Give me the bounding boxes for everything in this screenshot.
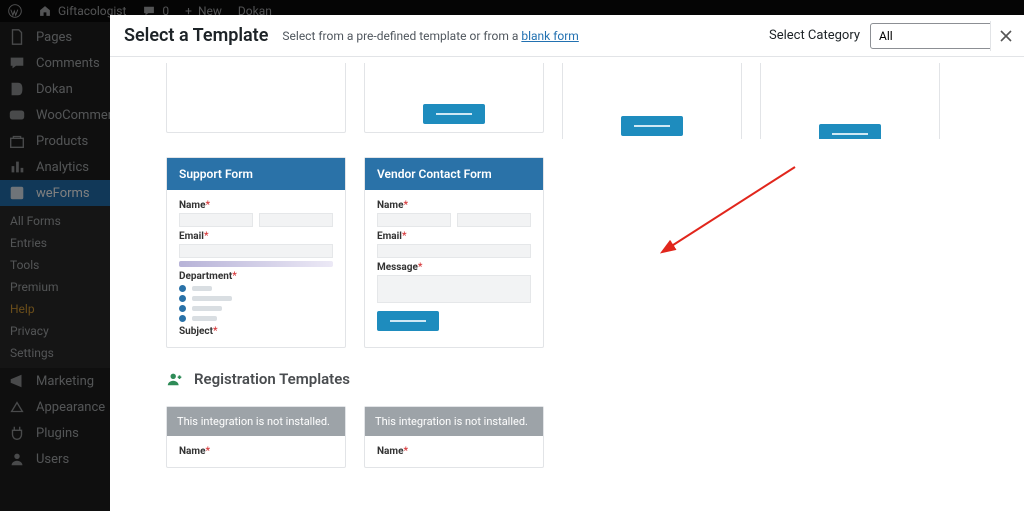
modal-subtitle: Select from a pre-defined template or fr…	[282, 29, 578, 43]
template-row-partial	[166, 63, 984, 139]
field-preview-input	[179, 213, 253, 227]
template-card[interactable]	[562, 63, 742, 139]
field-preview-input	[457, 213, 531, 227]
card-banner-not-installed: This integration is not installed.	[365, 407, 543, 436]
field-preview-radio	[179, 295, 333, 302]
category-select[interactable]: All	[870, 23, 1010, 49]
template-card[interactable]	[364, 63, 544, 133]
modal-header: Select a Template Select from a pre-defi…	[110, 15, 1024, 57]
field-preview-radio	[179, 285, 333, 292]
category-label: Select Category	[769, 28, 860, 43]
close-icon	[999, 29, 1013, 43]
category-select-value: All	[879, 29, 893, 43]
template-card-button[interactable]	[819, 124, 881, 139]
template-card[interactable]	[166, 63, 346, 133]
template-card-support[interactable]: Support Form Name* Email* Department* Su…	[166, 157, 346, 348]
template-card-vendor-contact[interactable]: Vendor Contact Form Name* Email* Message…	[364, 157, 544, 348]
field-preview-radio	[179, 315, 333, 322]
template-card-button[interactable]	[377, 311, 439, 331]
user-plus-icon	[166, 370, 184, 388]
card-title: Support Form	[167, 158, 345, 190]
template-card[interactable]	[760, 63, 940, 139]
template-card-registration[interactable]: This integration is not installed. Name*	[166, 406, 346, 468]
template-row: Support Form Name* Email* Department* Su…	[166, 157, 984, 348]
template-row-registration: This integration is not installed. Name*…	[166, 406, 984, 468]
section-heading-label: Registration Templates	[194, 370, 350, 388]
modal-body: Support Form Name* Email* Department* Su…	[110, 57, 1024, 511]
field-preview-input	[377, 213, 451, 227]
field-preview-textarea	[377, 275, 531, 303]
field-preview-divider	[179, 261, 333, 267]
field-preview-input	[377, 244, 531, 258]
template-card-button[interactable]	[621, 116, 683, 136]
field-preview-input	[259, 213, 333, 227]
modal-close-button[interactable]	[990, 21, 1020, 51]
field-preview-input	[179, 244, 333, 258]
template-card-button[interactable]	[423, 104, 485, 124]
field-preview-radio	[179, 305, 333, 312]
blank-form-link[interactable]: blank form	[521, 29, 578, 43]
modal-title: Select a Template	[124, 25, 268, 46]
template-modal: Select a Template Select from a pre-defi…	[110, 15, 1024, 511]
template-card-registration[interactable]: This integration is not installed. Name*	[364, 406, 544, 468]
card-banner-not-installed: This integration is not installed.	[167, 407, 345, 436]
card-title: Vendor Contact Form	[365, 158, 543, 190]
section-heading-registration: Registration Templates	[166, 370, 984, 388]
